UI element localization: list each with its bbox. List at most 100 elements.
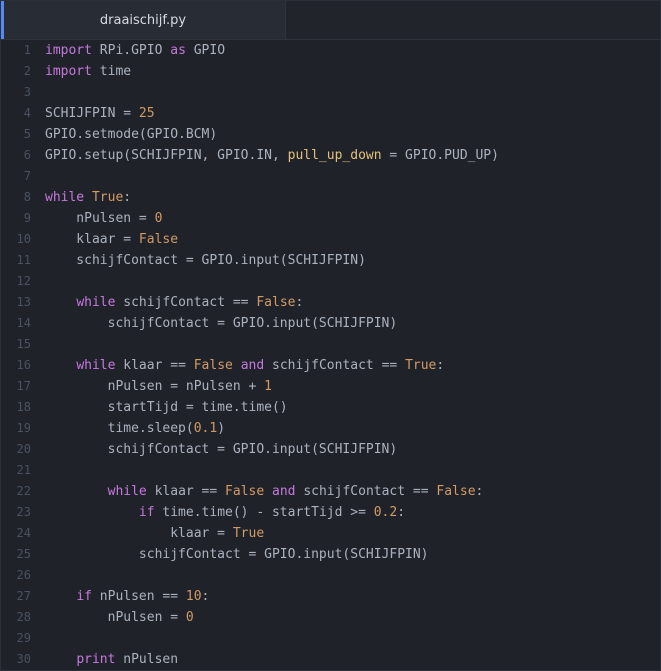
- line-content: klaar = True: [45, 523, 264, 544]
- code-token-const: False: [256, 295, 296, 310]
- code-token-text: :: [436, 358, 445, 373]
- line-number: 1: [23, 43, 31, 57]
- line-content: print nPulsen: [45, 649, 178, 670]
- code-token-text: GPIO: [185, 43, 226, 58]
- code-line[interactable]: 18 startTijd = time.time(): [1, 397, 660, 418]
- tab-draaischijf[interactable]: draaischijf.py: [1, 1, 286, 39]
- line-number: 26: [16, 568, 31, 582]
- code-line[interactable]: 12: [1, 271, 660, 292]
- code-token-const: False: [193, 358, 233, 373]
- code-token-text: schijfContact ==: [264, 358, 406, 373]
- code-token-text: nPulsen ==: [91, 589, 186, 604]
- code-token-text: :: [123, 190, 132, 205]
- line-content: nPulsen = 0: [45, 607, 194, 628]
- code-token-text: klaar =: [45, 526, 233, 541]
- line-number: 22: [16, 484, 31, 498]
- line-content: while True:: [45, 187, 131, 208]
- code-token-text: GPIO.setmode(GPIO.BCM): [45, 127, 218, 142]
- code-line[interactable]: 26: [1, 565, 660, 586]
- code-line[interactable]: 15: [1, 334, 660, 355]
- line-number: 8: [23, 190, 31, 204]
- code-token-text: :: [295, 295, 304, 310]
- tab-title: draaischijf.py: [99, 13, 187, 28]
- code-token-text: klaar ==: [146, 484, 226, 499]
- code-token-text: time.time() - startTijd >=: [154, 505, 374, 520]
- code-line[interactable]: 17 nPulsen = nPulsen + 1: [1, 376, 660, 397]
- code-line[interactable]: 1 import RPi.GPIO as GPIO: [1, 40, 660, 61]
- line-content: GPIO.setmode(GPIO.BCM): [45, 124, 217, 145]
- code-line[interactable]: 7: [1, 166, 660, 187]
- line-content: while klaar == False and schijfContact =…: [45, 355, 444, 376]
- code-line[interactable]: 19 time.sleep(0.1): [1, 418, 660, 439]
- line-number: 28: [16, 610, 31, 624]
- code-line[interactable]: 20 schijfContact = GPIO.input(SCHIJFPIN): [1, 439, 660, 460]
- code-token-num: 0.1: [193, 421, 218, 436]
- code-line[interactable]: 5 GPIO.setmode(GPIO.BCM): [1, 124, 660, 145]
- code-token-text: = GPIO.PUD_UP): [381, 148, 499, 163]
- line-number: 6: [23, 148, 31, 162]
- code-token-num: 1: [264, 379, 272, 394]
- code-line[interactable]: 14 schijfContact = GPIO.input(SCHIJFPIN): [1, 313, 660, 334]
- code-editor: draaischijf.py 1 import RPi.GPIO as GPIO 2…: [0, 0, 661, 671]
- code-token-param: pull_up_down: [287, 148, 382, 163]
- code-line[interactable]: 4 SCHIJFPIN = 25: [1, 103, 660, 124]
- line-content: schijfContact = GPIO.input(SCHIJFPIN): [45, 544, 429, 565]
- line-number: 29: [16, 631, 31, 645]
- code-token-text: schijfContact = GPIO.input(SCHIJFPIN): [45, 442, 398, 457]
- code-line[interactable]: 2 import time: [1, 61, 660, 82]
- code-token-kw: import: [45, 43, 92, 58]
- code-token-text: :: [201, 589, 210, 604]
- line-content: nPulsen = nPulsen + 1: [45, 376, 272, 397]
- line-number: 2: [23, 64, 31, 78]
- code-line[interactable]: 24 klaar = True: [1, 523, 660, 544]
- code-token-text: :: [475, 484, 484, 499]
- code-token-text: time: [91, 64, 132, 79]
- code-token-text: GPIO.setup(SCHIJFPIN, GPIO.IN,: [45, 148, 288, 163]
- code-line[interactable]: 27 if nPulsen == 10:: [1, 586, 660, 607]
- code-line[interactable]: 6 GPIO.setup(SCHIJFPIN, GPIO.IN, pull_up_…: [1, 145, 660, 166]
- line-content: while schijfContact == False:: [45, 292, 303, 313]
- code-token-kw: if: [76, 589, 92, 604]
- code-line[interactable]: 22 while klaar == False and schijfContac…: [1, 481, 660, 502]
- line-number: 13: [16, 295, 31, 309]
- code-line[interactable]: 29: [1, 628, 660, 649]
- code-line[interactable]: 23 if time.time() - startTijd >= 0.2:: [1, 502, 660, 523]
- line-content: schijfContact = GPIO.input(SCHIJFPIN): [45, 250, 366, 271]
- code-line[interactable]: 3: [1, 82, 660, 103]
- line-number: 19: [16, 421, 31, 435]
- code-line[interactable]: 11 schijfContact = GPIO.input(SCHIJFPIN): [1, 250, 660, 271]
- code-token-kw: while: [76, 358, 116, 373]
- code-token-text: startTijd = time.time(): [45, 400, 288, 415]
- code-line[interactable]: 16 while klaar == False and schijfContac…: [1, 355, 660, 376]
- line-number: 17: [16, 379, 31, 393]
- line-content: nPulsen = 0: [45, 208, 162, 229]
- code-token-text: time.sleep(: [45, 421, 194, 436]
- code-token-const: True: [91, 190, 124, 205]
- code-token-kw: while: [76, 295, 116, 310]
- code-token-text: klaar ==: [115, 358, 194, 373]
- line-number: 4: [23, 106, 31, 120]
- code-line[interactable]: 21: [1, 460, 660, 481]
- code-line[interactable]: 13 while schijfContact == False:: [1, 292, 660, 313]
- code-line[interactable]: 8 while True:: [1, 187, 660, 208]
- code-area[interactable]: 1 import RPi.GPIO as GPIO 2 import time 3 4 SC…: [1, 40, 660, 670]
- code-line[interactable]: 9 nPulsen = 0: [1, 208, 660, 229]
- line-number: 5: [23, 127, 31, 141]
- line-number: 18: [16, 400, 31, 414]
- code-line[interactable]: 28 nPulsen = 0: [1, 607, 660, 628]
- line-number: 24: [16, 526, 31, 540]
- code-line[interactable]: 30 print nPulsen: [1, 649, 660, 670]
- code-line[interactable]: 10 klaar = False: [1, 229, 660, 250]
- line-number: 7: [23, 169, 31, 183]
- line-number: 9: [23, 211, 31, 225]
- code-token-num: 0: [154, 211, 163, 226]
- code-token-const: False: [436, 484, 476, 499]
- code-token-num: 0: [185, 610, 194, 625]
- line-content: startTijd = time.time(): [45, 397, 288, 418]
- line-number: 21: [16, 463, 31, 477]
- code-line[interactable]: 25 schijfContact = GPIO.input(SCHIJFPIN): [1, 544, 660, 565]
